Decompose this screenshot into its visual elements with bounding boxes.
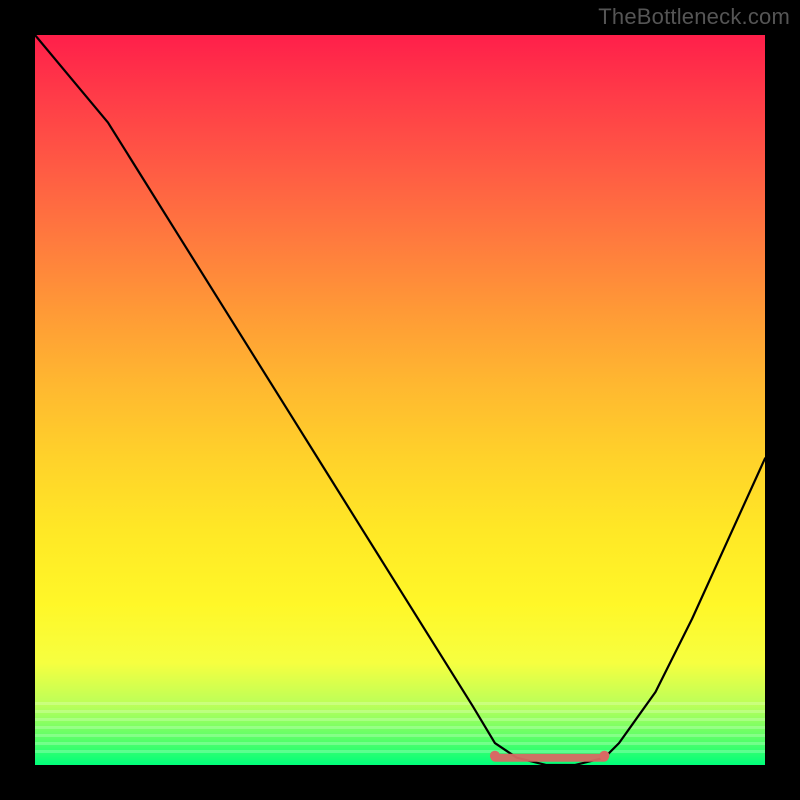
optimal-range-start-dot <box>490 751 500 761</box>
chart-root: TheBottleneck.com <box>0 0 800 800</box>
plot-area <box>35 35 765 765</box>
watermark: TheBottleneck.com <box>598 4 790 30</box>
optimal-range-end-dot <box>599 751 609 761</box>
optimal-marker <box>35 35 765 765</box>
